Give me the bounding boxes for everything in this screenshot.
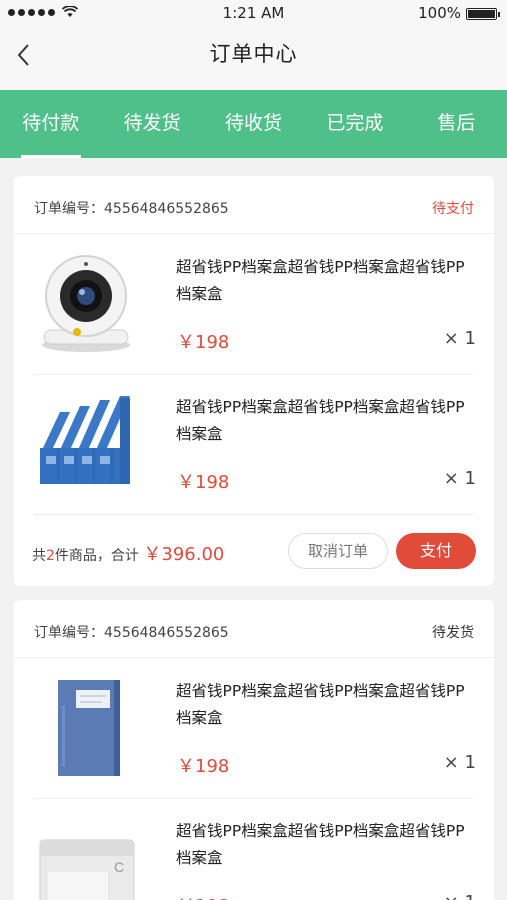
pay-button[interactable]: 支付 [396,533,476,569]
order-number: 订单编号：45564846552865 [34,625,229,641]
item-count: 2 [46,548,55,564]
order-status: 待支付 [432,201,474,217]
order-header: 订单编号：45564846552865 待发货 [14,600,494,658]
item-title: 超省钱PP档案盒超省钱PP档案盒超省钱PP档案盒 [176,822,465,867]
tab-pending-receipt[interactable]: 待收货 [203,90,304,158]
order-footer: 共2件商品，合计 ￥396.00 取消订单 支付 [32,514,476,586]
order-number: 订单编号：45564846552865 [34,201,229,217]
item-quantity: × 1 [444,892,476,900]
item-price: ￥198 [177,892,229,900]
tab-completed[interactable]: 已完成 [304,90,405,158]
svg-text:C: C [114,859,124,875]
item-price: ￥198 [177,472,230,493]
nav-bar: 订单中心 [0,26,507,90]
order-summary: 共2件商品，合计 ￥396.00 [32,540,224,566]
order-card[interactable]: 订单编号：45564846552865 待发货 超省钱PP档案盒超省钱PP档案盒… [14,600,494,900]
printer-image: C [36,816,136,900]
order-header: 订单编号：45564846552865 待支付 [14,176,494,234]
order-item[interactable]: C 超省钱PP档案盒超省钱PP档案盒超省钱PP档案盒 ￥198 × 1 [14,798,494,900]
tab-pending-payment[interactable]: 待付款 [0,90,101,158]
summary-prefix: 共 [32,548,46,564]
item-title: 超省钱PP档案盒超省钱PP档案盒超省钱PP档案盒 [176,682,465,727]
tab-pending-shipment[interactable]: 待发货 [101,90,202,158]
file-rack-image [36,392,136,496]
item-title: 超省钱PP档案盒超省钱PP档案盒超省钱PP档案盒 [176,258,465,303]
order-total: ￥396.00 [143,544,225,565]
item-price: ￥198 [177,756,230,777]
battery-percent: 100% [418,4,461,22]
status-bar: 1:21 AM 100% [0,0,507,26]
item-quantity: × 1 [443,328,476,349]
item-quantity: × 1 [443,752,476,773]
order-item[interactable]: 超省钱PP档案盒超省钱PP档案盒超省钱PP档案盒 ￥198 × 1 [14,374,494,514]
order-item[interactable]: 超省钱PP档案盒超省钱PP档案盒超省钱PP档案盒 ￥198 × 1 [14,234,494,374]
summary-label: 件商品，合计 [54,548,139,564]
order-status: 待发货 [432,625,474,641]
item-price: ￥198 [177,332,230,353]
cancel-order-button[interactable]: 取消订单 [288,533,388,569]
file-box-image [36,676,136,780]
order-card[interactable]: 订单编号：45564846552865 待支付 超省钱PP档案盒超省钱PP档案盒… [14,176,494,586]
item-title: 超省钱PP档案盒超省钱PP档案盒超省钱PP档案盒 [176,398,465,443]
page-title: 订单中心 [209,42,298,66]
order-tabs: 待付款 待发货 待收货 已完成 售后 [0,90,507,158]
security-camera-image [36,252,136,356]
tab-after-sales[interactable]: 售后 [406,90,507,158]
order-item[interactable]: 超省钱PP档案盒超省钱PP档案盒超省钱PP档案盒 ￥198 × 1 [14,658,494,798]
battery-icon [466,8,500,20]
item-quantity: × 1 [443,468,476,489]
